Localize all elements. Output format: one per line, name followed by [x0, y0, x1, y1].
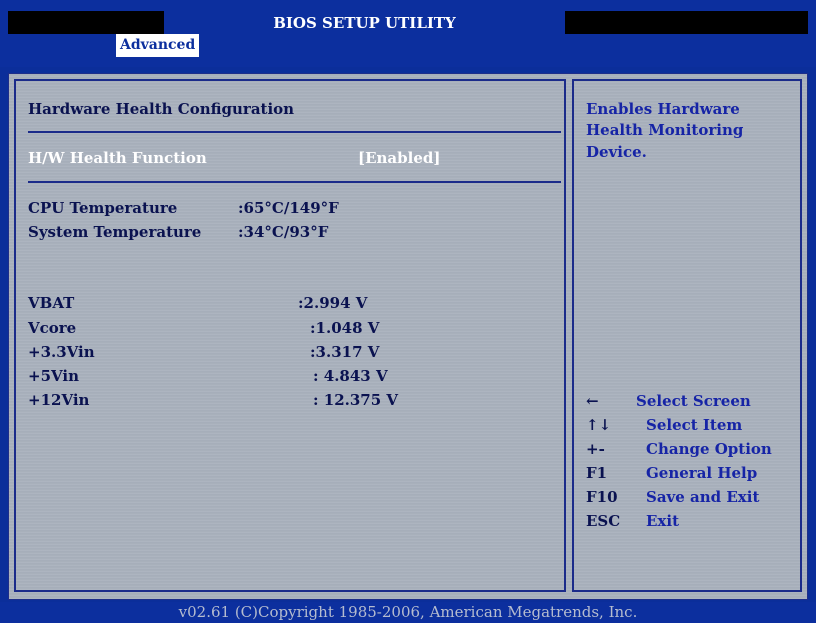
title-bar-left-block	[8, 11, 164, 34]
12v-value: : 12.375 V	[313, 391, 399, 409]
key-f10: F10	[586, 488, 618, 506]
5v-label: +5Vin	[28, 367, 79, 385]
divider	[28, 131, 561, 133]
12v-label: +12Vin	[28, 391, 90, 409]
hw-health-function-label: H/W Health Function	[28, 149, 207, 167]
3v3-label: +3.3Vin	[28, 343, 95, 361]
tab-bar: Advanced	[8, 34, 808, 57]
vbat-label: VBAT	[28, 294, 75, 312]
divider	[28, 181, 561, 183]
key-exit: Exit	[646, 512, 680, 530]
main-panel: Hardware Health Configuration H/W Health…	[14, 79, 566, 592]
tab-advanced[interactable]: Advanced	[116, 34, 200, 57]
key-select-screen: Select Screen	[636, 392, 751, 410]
title-bar: BIOS SETUP UTILITY Advanced	[0, 0, 816, 67]
help-line: Device.	[586, 143, 647, 161]
help-panel: Enables Hardware Health Monitoring Devic…	[572, 79, 802, 592]
bios-frame: Hardware Health Configuration H/W Health…	[8, 73, 808, 600]
system-temperature-label: System Temperature	[28, 223, 202, 241]
help-line: Enables Hardware	[586, 100, 740, 118]
key-plus-minus: +-	[586, 440, 605, 458]
hw-health-function-value[interactable]: [Enabled]	[358, 149, 440, 167]
key-general-help: General Help	[646, 464, 758, 482]
key-select-item: Select Item	[646, 416, 743, 434]
key-up-down-arrows: ↑↓	[586, 416, 612, 434]
help-line: Health Monitoring	[586, 121, 744, 139]
section-title: Hardware Health Configuration	[28, 100, 295, 118]
5v-value: : 4.843 V	[313, 367, 388, 385]
cpu-temperature-label: CPU Temperature	[28, 199, 178, 217]
app-title: BIOS SETUP UTILITY	[273, 14, 456, 32]
cpu-temperature-value: :65°C/149°F	[238, 199, 339, 217]
key-f1: F1	[586, 464, 608, 482]
title-bar-right-block	[565, 11, 808, 34]
vcore-value: :1.048 V	[310, 319, 380, 337]
key-esc: ESC	[586, 512, 621, 530]
key-change-option: Change Option	[646, 440, 772, 458]
3v3-value: :3.317 V	[310, 343, 380, 361]
vcore-label: Vcore	[28, 319, 77, 337]
copyright-footer: v02.61 (C)Copyright 1985-2006, American …	[0, 602, 816, 623]
vbat-value: :2.994 V	[298, 294, 368, 312]
key-left-arrow: ←	[586, 392, 599, 410]
key-save-and-exit: Save and Exit	[646, 488, 760, 506]
system-temperature-value: :34°C/93°F	[238, 223, 329, 241]
